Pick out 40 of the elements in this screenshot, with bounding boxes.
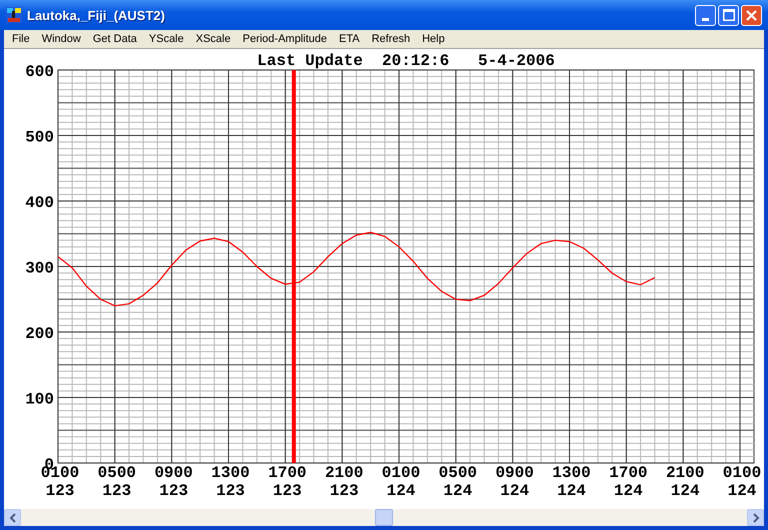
y-axis-label: 200 xyxy=(25,325,54,343)
horizontal-scrollbar[interactable] xyxy=(4,509,764,526)
scroll-right-button[interactable] xyxy=(747,509,764,526)
x-axis-label: 0500 123 xyxy=(98,464,136,500)
window-title: Lautoka,_Fiji_(AUST2) xyxy=(27,8,166,22)
menu-item[interactable]: XScale xyxy=(190,33,237,45)
x-axis-label: 2100 124 xyxy=(666,464,704,500)
minimize-icon xyxy=(702,18,709,20)
menu-item[interactable]: Get Data xyxy=(86,33,143,45)
y-axis-label: 300 xyxy=(25,260,54,278)
maximize-button[interactable] xyxy=(718,4,739,26)
y-axis-label: 400 xyxy=(25,194,54,212)
scroll-thumb[interactable] xyxy=(375,509,393,526)
menu-item[interactable]: Window xyxy=(36,33,87,45)
x-axis-label: 0100 124 xyxy=(382,464,420,500)
app-icon xyxy=(6,7,22,23)
x-axis-label: 1300 123 xyxy=(211,464,250,500)
chart-title: Last Update 20:12:6 5-4-2006 xyxy=(257,52,555,70)
x-axis-label: 0100 124 xyxy=(722,464,762,500)
minimize-button[interactable] xyxy=(695,4,716,26)
close-button[interactable] xyxy=(741,4,762,26)
menu-item[interactable]: Help xyxy=(416,33,451,45)
x-axis-label: 1700 123 xyxy=(268,464,307,500)
close-icon xyxy=(746,10,757,20)
menu-item[interactable]: Refresh xyxy=(366,33,416,45)
x-axis-label: 1700 124 xyxy=(609,464,648,500)
x-axis-label: 0900 124 xyxy=(495,464,534,500)
x-axis-label: 0500 124 xyxy=(438,464,478,500)
menu-item[interactable]: Period-Amplitude xyxy=(236,33,333,45)
menu-item[interactable]: File xyxy=(6,33,36,45)
y-axis-label: 500 xyxy=(25,128,54,146)
x-axis-label: 1300 124 xyxy=(552,464,591,500)
x-axis-label: 2100 123 xyxy=(324,464,364,500)
menu-item[interactable]: YScale xyxy=(142,33,190,45)
y-axis-label: 100 xyxy=(25,390,54,408)
y-axis-label: 600 xyxy=(25,63,54,81)
menu-item[interactable]: ETA xyxy=(332,33,366,45)
x-axis-label: 0900 123 xyxy=(154,464,193,500)
scroll-left-button[interactable] xyxy=(4,509,21,526)
maximize-icon xyxy=(722,9,734,21)
